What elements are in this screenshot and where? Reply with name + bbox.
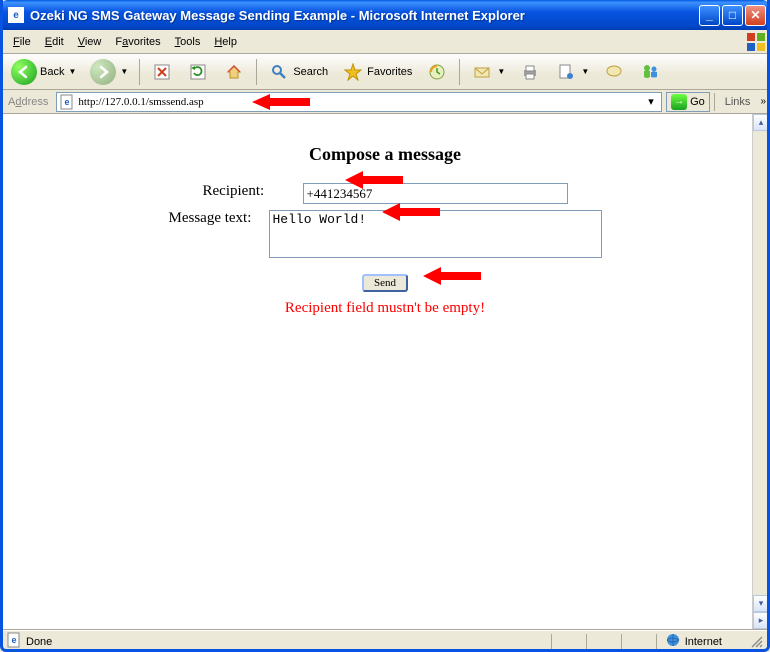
back-arrow-icon: [11, 59, 37, 85]
address-bar: Address e http://127.0.0.1/smssend.asp ▾…: [0, 90, 770, 114]
message-label: Message text:: [169, 210, 269, 258]
menu-edit[interactable]: Edit: [38, 34, 71, 50]
status-text: Done: [26, 636, 52, 648]
search-button[interactable]: Search: [263, 58, 333, 86]
menu-help[interactable]: Help: [207, 34, 244, 50]
chevron-down-icon: ▼: [120, 67, 128, 76]
chevron-right-icon[interactable]: »: [760, 96, 766, 107]
edit-button[interactable]: ▼: [550, 58, 594, 86]
print-button[interactable]: [514, 58, 546, 86]
stop-button[interactable]: [146, 58, 178, 86]
scroll-up-icon[interactable]: ▴: [753, 114, 769, 131]
minimize-button[interactable]: _: [699, 5, 720, 26]
refresh-icon: [187, 61, 209, 83]
window-buttons: _ □ ✕: [699, 5, 766, 26]
menu-bar: File Edit View Favorites Tools Help: [0, 30, 770, 54]
maximize-button[interactable]: □: [722, 5, 743, 26]
recipient-label: Recipient:: [203, 183, 303, 204]
discuss-icon: [603, 61, 625, 83]
send-button[interactable]: Send: [362, 274, 408, 292]
forward-button[interactable]: ▼: [85, 56, 133, 88]
window-titlebar: e Ozeki NG SMS Gateway Message Sending E…: [0, 0, 770, 30]
menu-file[interactable]: File: [6, 34, 38, 50]
message-textarea[interactable]: [269, 210, 602, 258]
chevron-down-icon: ▼: [497, 67, 505, 76]
scroll-horiz-icon[interactable]: ▸: [753, 612, 769, 629]
message-row: Message text:: [169, 210, 602, 258]
discuss-button[interactable]: [598, 58, 630, 86]
back-label: Back: [40, 66, 64, 78]
separator: [256, 59, 257, 85]
go-button[interactable]: → Go: [666, 92, 710, 112]
send-row: Send: [362, 274, 408, 292]
address-input-wrapper[interactable]: e http://127.0.0.1/smssend.asp ▾: [56, 92, 662, 112]
back-button[interactable]: Back ▼: [6, 56, 81, 88]
resize-grip-icon[interactable]: [750, 635, 764, 649]
history-button[interactable]: [421, 58, 453, 86]
internet-zone-icon: [665, 632, 681, 651]
close-button[interactable]: ✕: [745, 5, 766, 26]
chevron-down-icon: ▼: [581, 67, 589, 76]
error-message: Recipient field mustn't be empty!: [285, 300, 485, 317]
chevron-down-icon: ▼: [68, 67, 76, 76]
go-arrow-icon: →: [671, 94, 687, 110]
dropdown-icon[interactable]: ▾: [643, 95, 659, 108]
url-text: http://127.0.0.1/smssend.asp: [78, 96, 640, 108]
separator: [459, 59, 460, 85]
recipient-input[interactable]: [303, 183, 568, 204]
history-icon: [426, 61, 448, 83]
svg-text:e: e: [11, 635, 16, 645]
recipient-row: Recipient:: [203, 183, 568, 204]
menu-view[interactable]: View: [71, 34, 109, 50]
vertical-scrollbar[interactable]: ▴ ▾ ▸: [752, 114, 769, 629]
messenger-button[interactable]: [634, 58, 666, 86]
toolbar: Back ▼ ▼ Search Favorites ▼ ▼: [0, 54, 770, 90]
search-icon: [268, 61, 290, 83]
scroll-down-icon[interactable]: ▾: [753, 595, 769, 612]
done-icon: e: [6, 632, 22, 651]
svg-text:e: e: [65, 97, 70, 107]
star-icon: [342, 61, 364, 83]
home-button[interactable]: [218, 58, 250, 86]
mail-button[interactable]: ▼: [466, 58, 510, 86]
refresh-button[interactable]: [182, 58, 214, 86]
go-label: Go: [690, 96, 705, 108]
home-icon: [223, 61, 245, 83]
status-bar: e Done Internet: [0, 630, 770, 652]
favorites-label: Favorites: [367, 66, 412, 78]
page-viewport: Compose a message Recipient: Message tex…: [0, 114, 770, 630]
page-icon: e: [59, 94, 75, 110]
mail-icon: [471, 61, 493, 83]
links-label[interactable]: Links: [719, 96, 757, 108]
forward-arrow-icon: [90, 59, 116, 85]
messenger-icon: [639, 61, 661, 83]
zone-text: Internet: [685, 636, 722, 648]
edit-icon: [555, 61, 577, 83]
search-label: Search: [293, 66, 328, 78]
favorites-button[interactable]: Favorites: [337, 58, 417, 86]
menu-favorites[interactable]: Favorites: [108, 34, 167, 50]
ie-icon: e: [8, 7, 24, 23]
stop-icon: [151, 61, 173, 83]
address-label: Address: [4, 96, 52, 108]
windows-logo-icon: [746, 32, 766, 52]
print-icon: [519, 61, 541, 83]
window-title: Ozeki NG SMS Gateway Message Sending Exa…: [28, 8, 699, 23]
separator: [139, 59, 140, 85]
menu-tools[interactable]: Tools: [168, 34, 208, 50]
page-heading: Compose a message: [309, 144, 461, 165]
